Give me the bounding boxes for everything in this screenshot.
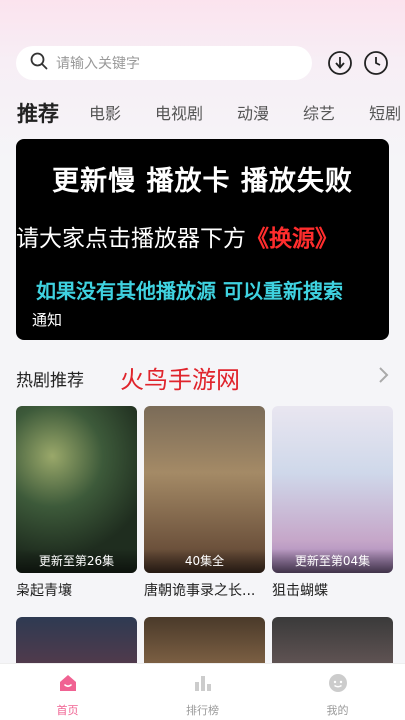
drama-card[interactable]: 更新至第26集 枭起青壤 xyxy=(16,406,137,600)
tab-tv[interactable]: 电视剧 xyxy=(155,102,203,126)
banner-caption: 通知 xyxy=(32,311,63,329)
poster-image: 更新至第04集 xyxy=(272,406,393,573)
download-icon[interactable] xyxy=(326,49,354,77)
nav-home[interactable]: 首页 xyxy=(0,664,135,720)
drama-title: 枭起青壤 xyxy=(16,583,72,599)
profile-icon xyxy=(327,672,349,698)
episode-badge: 更新至第26集 xyxy=(16,549,137,573)
home-icon xyxy=(57,672,79,698)
section-title: 热剧推荐 xyxy=(16,371,84,391)
nav-home-label: 首页 xyxy=(56,704,79,717)
drama-title: 唐朝诡事录之长... xyxy=(144,583,256,599)
drama-card[interactable]: 更新至第04集 狙击蝴蝶 xyxy=(272,406,393,600)
tab-anime[interactable]: 动漫 xyxy=(237,102,269,126)
hot-drama-list: 更新至第26集 枭起青壤 40集全 唐朝诡事录之长... 更新至第04集 狙击蝴… xyxy=(16,406,405,600)
tab-short-drama[interactable]: 短剧 xyxy=(369,102,401,126)
search-icon xyxy=(30,52,48,74)
search-input[interactable]: 请输入关键字 xyxy=(16,46,312,80)
tab-movie[interactable]: 电影 xyxy=(89,102,121,126)
episode-badge: 更新至第04集 xyxy=(272,549,393,573)
nav-profile-label: 我的 xyxy=(326,704,349,717)
episode-badge: 40集全 xyxy=(144,549,265,573)
category-tabs: 推荐 电影 电视剧 动漫 综艺 短剧 xyxy=(17,96,405,126)
notice-banner[interactable]: 更新慢 播放卡 播放失败 请大家点击播放器下方《换源》 如果没有其他播放源 可以… xyxy=(16,139,389,340)
banner-hint: 如果没有其他播放源 可以重新搜索 xyxy=(36,279,343,303)
banner-instruction: 请大家点击播放器下方《换源》 xyxy=(16,226,338,252)
chevron-right-icon[interactable] xyxy=(377,366,389,388)
nav-profile[interactable]: 我的 xyxy=(270,664,405,720)
bottom-nav: 首页 排行榜 我的 xyxy=(0,663,405,720)
poster-image: 40集全 xyxy=(144,406,265,573)
tab-variety[interactable]: 综艺 xyxy=(303,102,335,126)
banner-headline: 更新慢 播放卡 播放失败 xyxy=(52,166,353,197)
drama-title: 狙击蝴蝶 xyxy=(272,583,328,599)
poster-image: 更新至第26集 xyxy=(16,406,137,573)
tab-recommend[interactable]: 推荐 xyxy=(17,102,59,126)
search-placeholder: 请输入关键字 xyxy=(56,56,140,72)
nav-ranking-label: 排行榜 xyxy=(186,704,219,717)
watermark: 火鸟手游网 xyxy=(120,366,240,394)
drama-card[interactable]: 40集全 唐朝诡事录之长... xyxy=(144,406,265,600)
history-clock-icon[interactable] xyxy=(362,49,390,77)
search-row: 请输入关键字 xyxy=(16,46,393,80)
hot-drama-section-header: 热剧推荐 火鸟手游网 xyxy=(16,360,389,394)
banner-switch-source: 《换源》 xyxy=(246,226,338,252)
ranking-icon xyxy=(192,672,214,698)
nav-ranking[interactable]: 排行榜 xyxy=(135,664,270,720)
